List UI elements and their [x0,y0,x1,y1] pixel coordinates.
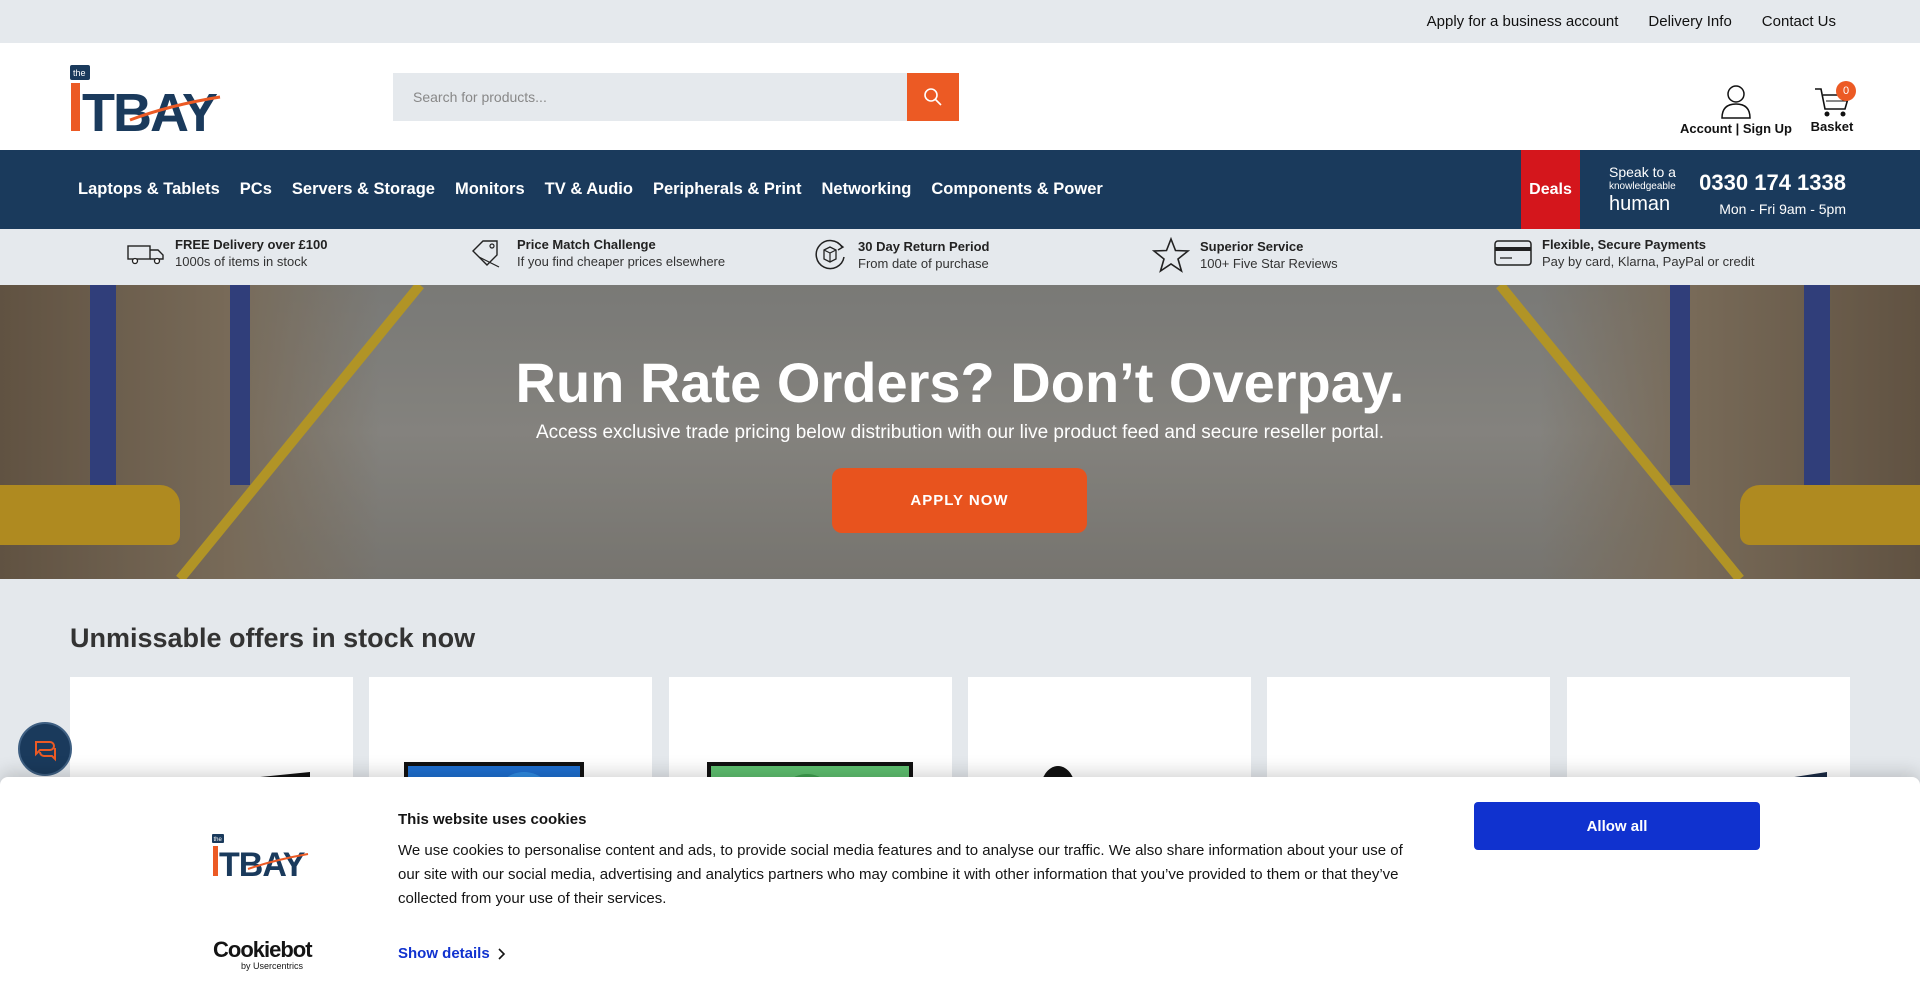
speak-line-3: human [1609,193,1671,215]
top-utility-bar: Apply for a business account Delivery In… [0,0,1920,43]
main-nav: Laptops & Tablets PCs Servers & Storage … [0,150,1920,229]
price-tag-icon [472,240,500,268]
cookie-body: We use cookies to personalise content an… [398,842,1403,907]
show-details-label: Show details [398,945,490,962]
cookie-banner: the TBAY Cookiebot by Usercentrics This … [0,777,1920,993]
search-bar [393,73,959,121]
search-button[interactable] [907,73,959,121]
usp-title: FREE Delivery over £100 [175,237,328,252]
basket-count-badge: 0 [1836,81,1856,101]
nav-item-servers[interactable]: Servers & Storage [292,180,435,199]
return-box-icon [815,239,845,270]
contact-us-link[interactable]: Contact Us [1762,13,1836,30]
usp-service: Superior Service 100+ Five Star Reviews [1152,237,1338,273]
search-input[interactable] [393,73,907,121]
speak-to-human: Speak to a knowledgeable human [1609,165,1676,214]
nav-item-peripherals[interactable]: Peripherals & Print [653,180,802,199]
nav-item-components[interactable]: Components & Power [931,180,1102,199]
offers-heading: Unmissable offers in stock now [70,623,476,653]
nav-item-pcs[interactable]: PCs [240,180,272,199]
apply-now-button[interactable]: APPLY NOW [832,468,1087,533]
usp-subtitle: If you find cheaper prices elsewhere [517,254,726,269]
star-icon [1152,237,1190,273]
phone-contact[interactable]: 0330 174 1338 Mon - Fri 9am - 5pm [1699,170,1846,217]
credit-card-icon [1494,240,1532,266]
itbay-logo: the TBAY [212,834,309,878]
chevron-right-icon [498,947,505,960]
cookie-title: This website uses cookies [398,811,587,828]
cookiebot-logo[interactable]: Cookiebot by Usercentrics [213,937,313,971]
speak-line-2: knowledgeable [1609,181,1676,192]
usp-title: Superior Service [1200,239,1304,254]
usp-title: Flexible, Secure Payments [1542,237,1707,252]
show-details-link[interactable]: Show details [398,945,506,962]
business-account-link[interactable]: Apply for a business account [1427,13,1619,30]
account-link[interactable]: Account | Sign Up [1678,83,1794,136]
allow-all-button[interactable]: Allow all [1474,802,1760,850]
speak-line-1: Speak to a [1609,164,1676,180]
nav-item-laptops[interactable]: Laptops & Tablets [78,180,220,199]
basket-label: Basket [1810,119,1854,134]
hero-banner: Run Rate Orders? Don’t Overpay. Access e… [0,285,1920,579]
usp-price-match: Price Match Challenge If you find cheaper… [469,237,725,269]
site-header: the TBAY Account | Sign Up Basket 0 [0,43,1920,150]
usp-title: 30 Day Return Period [858,239,990,254]
nav-item-monitors[interactable]: Monitors [455,180,525,199]
account-label: Account | Sign Up [1680,121,1792,136]
phone-number: 0330 174 1338 [1699,170,1846,195]
delivery-info-link[interactable]: Delivery Info [1648,13,1731,30]
chat-icon [35,741,56,762]
nav-item-tv-audio[interactable]: TV & Audio [545,180,633,199]
hero-title: Run Rate Orders? Don’t Overpay. [515,351,1405,414]
svg-text:TBAY: TBAY [219,846,306,878]
usp-delivery: FREE Delivery over £100 1000s of items in… [127,237,327,269]
opening-hours: Mon - Fri 9am - 5pm [1719,201,1846,217]
usp-returns: 30 Day Return Period From date of purchas… [812,237,990,273]
deals-button[interactable]: Deals [1521,150,1580,229]
usp-subtitle: From date of purchase [858,256,989,271]
cookiebot-brand: Cookiebot [213,937,313,962]
truck-icon [127,245,164,265]
usp-subtitle: 100+ Five Star Reviews [1200,256,1338,271]
svg-text:the: the [73,68,86,78]
basket-link[interactable]: Basket 0 [1806,81,1858,134]
usp-payments: Flexible, Secure Payments Pay by card, Kl… [1494,237,1754,269]
cookiebot-sub: by Usercentrics [241,961,304,971]
itbay-logo[interactable]: the TBAY [70,65,242,133]
svg-text:the: the [214,837,223,843]
usp-title: Price Match Challenge [517,237,656,252]
nav-item-networking[interactable]: Networking [822,180,912,199]
user-icon [1721,85,1751,119]
usp-bar: FREE Delivery over £100 1000s of items in… [0,229,1920,285]
search-icon [924,88,942,106]
chat-widget-button[interactable] [18,722,72,776]
svg-text:TBAY: TBAY [82,83,218,133]
usp-subtitle: Pay by card, Klarna, PayPal or credit [1542,254,1755,269]
hero-subtitle: Access exclusive trade pricing below dis… [535,422,1385,443]
usp-subtitle: 1000s of items in stock [175,254,308,269]
